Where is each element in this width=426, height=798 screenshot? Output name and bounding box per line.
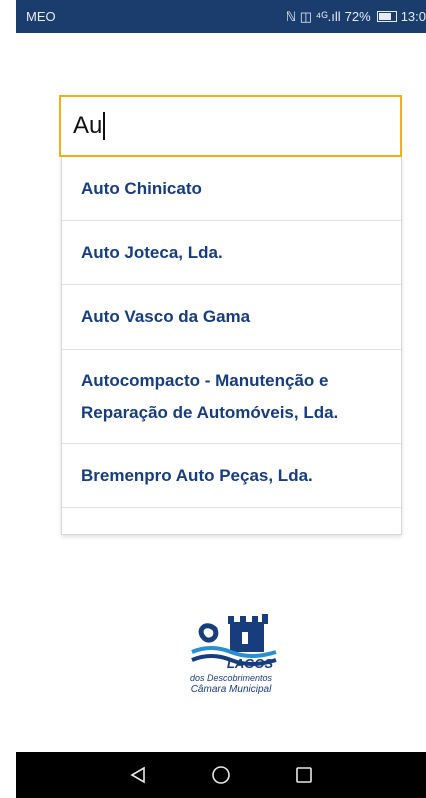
text-caret <box>103 112 106 140</box>
suggestion-item[interactable]: Autocompacto - Manutenção e Reparação de… <box>62 350 401 444</box>
suggestion-item[interactable]: Auto Joteca, Lda. <box>62 221 401 285</box>
battery-icon <box>376 11 397 22</box>
search-input[interactable]: Au <box>59 95 402 157</box>
carrier-label: MEO <box>26 9 56 24</box>
suggestion-label: Autocompacto - Manutenção e Reparação de… <box>81 370 339 422</box>
home-circle-icon <box>212 766 230 784</box>
recents-square-icon <box>296 767 313 783</box>
suggestion-label: Auto Vasco da Gama <box>81 307 251 326</box>
navigation-bar <box>16 752 426 798</box>
clock: 13:0 <box>400 9 426 24</box>
battery-percent: 72% <box>344 9 371 24</box>
suggestion-label: Auto Joteca, Lda. <box>81 242 223 262</box>
home-button[interactable] <box>207 761 235 789</box>
back-button[interactable] <box>124 761 152 789</box>
status-bar: MEO ℕ ◫ ⁴ᴳ.ıll 72% 13:0 <box>16 0 426 33</box>
network-icons: ℕ ◫ ⁴ᴳ.ıll <box>285 8 341 24</box>
recents-button[interactable] <box>290 761 318 789</box>
back-triangle-icon <box>130 766 145 784</box>
status-icons: ℕ ◫ ⁴ᴳ.ıll 72% 13:0 <box>286 9 426 25</box>
autocomplete-dropdown: Auto Chinicato Auto Joteca, Lda. Auto Va… <box>61 157 402 535</box>
suggestion-label: Bremenpro Auto Peças, Lda. <box>81 465 313 485</box>
suggestion-item[interactable]: Auto Vasco da Gama <box>62 285 401 350</box>
logo-line2: Câmara Municipal <box>190 684 272 695</box>
suggestion-label: Auto Chinicato <box>81 178 202 198</box>
suggestion-item-partial[interactable] <box>62 508 401 534</box>
suggestion-item[interactable]: Bremenpro Auto Peças, Lda. <box>62 444 401 508</box>
search-input-value[interactable]: Au <box>73 112 102 140</box>
logo-line1: dos Descobrimentos <box>189 673 273 683</box>
suggestion-item[interactable]: Auto Chinicato <box>62 157 401 221</box>
logo-name: LAGOS <box>226 656 274 671</box>
